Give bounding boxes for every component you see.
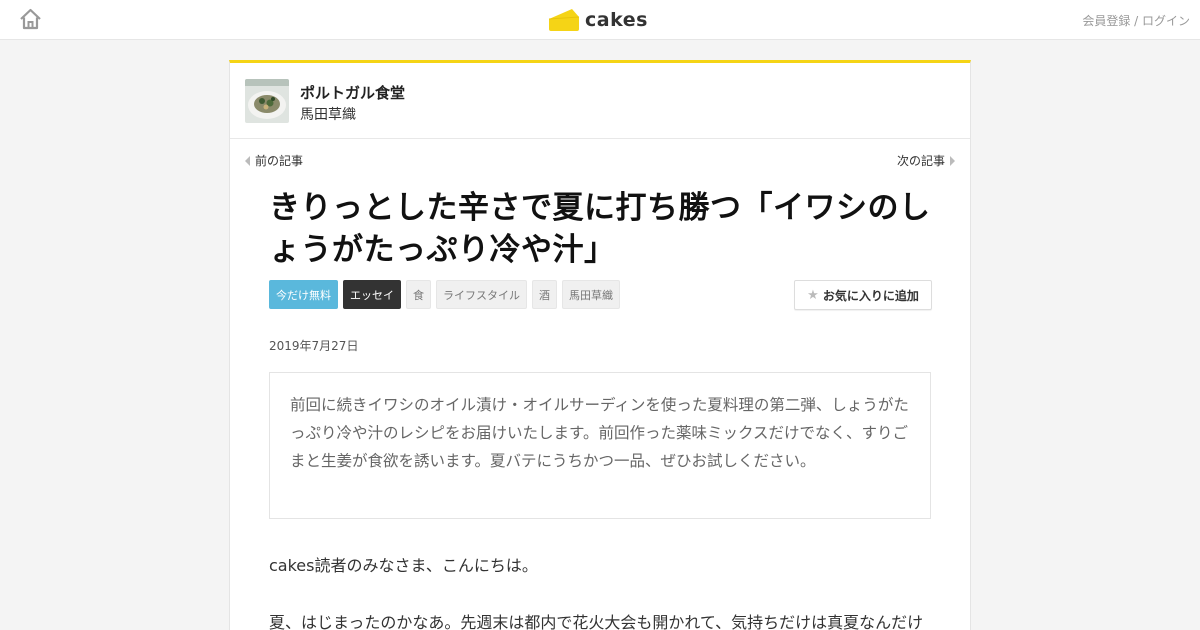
tag-list: 今だけ無料 エッセイ 食 ライフスタイル 酒 馬田草織 (269, 280, 625, 309)
star-icon: ★ (807, 287, 819, 303)
tag-lifestyle[interactable]: ライフスタイル (436, 280, 527, 309)
lead-box: 前回に続きイワシのオイル漬け・オイルサーディンを使った夏料理の第二弾、しょうがた… (269, 372, 931, 519)
chevron-left-icon (245, 155, 250, 166)
series-thumbnail[interactable] (245, 79, 289, 123)
body-paragraph: cakes読者のみなさま、こんにちは。 (269, 556, 538, 575)
series-title[interactable]: ポルトガル食堂 (300, 82, 405, 103)
logo-text: cakes (585, 8, 648, 31)
add-favorite-button[interactable]: ★ お気に入りに追加 (794, 280, 932, 310)
lead-text: 前回に続きイワシのオイル漬け・オイルサーディンを使った夏料理の第二弾、しょうがた… (290, 396, 909, 470)
article-title: きりっとした辛さで夏に打ち勝つ「イワシのしょうがたっぷり冷や汁」 (269, 190, 931, 268)
top-bar: cakes 会員登録 / ログイン (0, 0, 1200, 40)
home-icon[interactable] (19, 8, 42, 30)
series-header: ポルトガル食堂 馬田草織 (230, 63, 970, 139)
cakes-logo[interactable]: cakes (548, 6, 648, 34)
series-author[interactable]: 馬田草織 (300, 104, 356, 124)
tag-alcohol[interactable]: 酒 (532, 280, 557, 309)
dish-image (245, 79, 289, 123)
login-link[interactable]: 会員登録 / ログイン (1082, 12, 1190, 29)
cheese-logo-icon (548, 9, 580, 31)
body-paragraph: 夏、はじまったのかなあ。先週末は都内で花火大会も開かれて、気持ちだけは真夏なんだ… (269, 613, 924, 630)
publish-date: 2019年7月27日 (269, 339, 359, 353)
next-article-link[interactable]: 次の記事 (897, 152, 955, 169)
prev-article-link[interactable]: 前の記事 (245, 152, 303, 169)
next-article-label: 次の記事 (896, 154, 945, 168)
tag-food[interactable]: 食 (406, 280, 431, 309)
tag-free[interactable]: 今だけ無料 (269, 280, 338, 309)
chevron-right-icon (950, 155, 955, 166)
prev-article-label: 前の記事 (255, 154, 304, 168)
article-card: ポルトガル食堂 馬田草織 前の記事 次の記事 きりっとした辛さで夏に打ち勝つ「イ… (229, 60, 971, 630)
add-favorite-label: お気に入りに追加 (822, 288, 919, 303)
tag-essay[interactable]: エッセイ (343, 280, 401, 309)
tag-author[interactable]: 馬田草織 (562, 280, 620, 309)
